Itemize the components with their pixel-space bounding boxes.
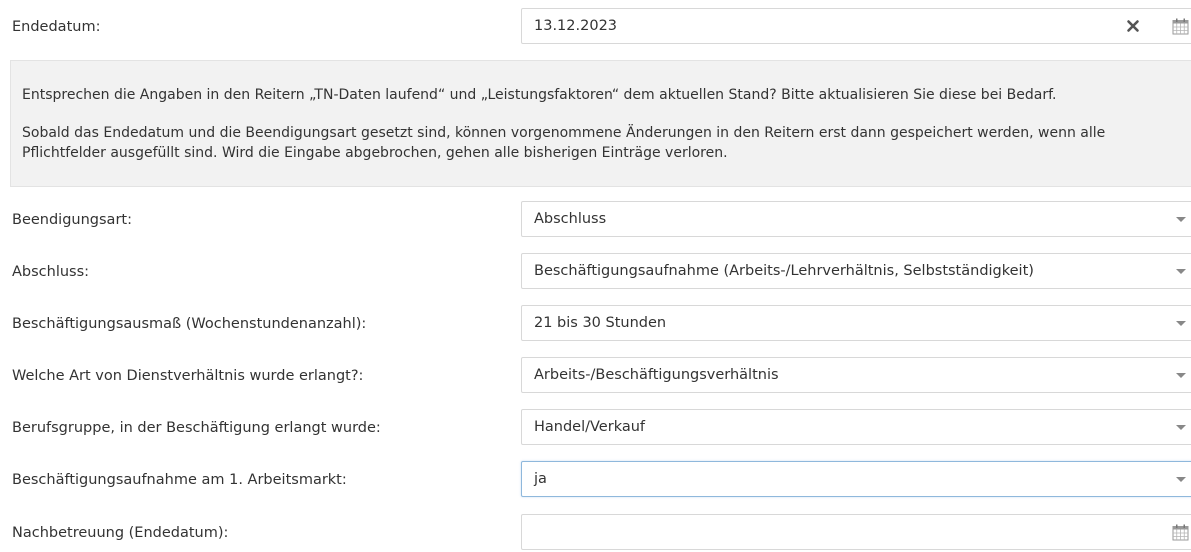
field-row-arbeitsmarkt: Beschäftigungsaufnahme am 1. Arbeitsmark… (0, 461, 1191, 499)
beschaeftigungsausmass-value: 21 bis 30 Stunden (534, 315, 667, 331)
beschaeftigungsausmass-label: Beschäftigungsausmaß (Wochenstundenanzah… (12, 316, 367, 332)
follow-up-date-input[interactable] (521, 514, 1191, 550)
arbeitsmarkt-select[interactable]: ja (521, 461, 1191, 497)
abschluss-label: Abschluss: (12, 264, 90, 280)
info-box: Entsprechen die Angaben in den Reitern „… (10, 60, 1191, 187)
close-icon[interactable] (1125, 18, 1141, 34)
dienstverhaeltnis-label: Welche Art von Dienstverhältnis wurde er… (12, 368, 364, 384)
beendigungsart-value: Abschluss (534, 211, 607, 227)
chevron-down-icon[interactable] (1176, 477, 1186, 482)
follow-up-label: Nachbetreuung (Endedatum): (12, 525, 229, 541)
beendigungsart-select[interactable]: Abschluss (521, 201, 1191, 237)
berufsgruppe-label: Berufsgruppe, in der Beschäftigung erlan… (12, 420, 381, 436)
field-row-beschaeftigungsausmass: Beschäftigungsausmaß (Wochenstundenanzah… (0, 305, 1191, 343)
calendar-icon[interactable] (1172, 524, 1189, 541)
end-date-row: Endedatum: 13.12.2023 (0, 8, 1191, 46)
field-row-abschluss: Abschluss: Beschäftigungsaufnahme (Arbei… (0, 253, 1191, 291)
calendar-icon[interactable] (1172, 18, 1189, 35)
info-paragraph-1: Entsprechen die Angaben in den Reitern „… (22, 87, 1057, 103)
end-date-input[interactable]: 13.12.2023 (521, 8, 1191, 44)
chevron-down-icon[interactable] (1176, 321, 1186, 326)
beendigungsart-label: Beendigungsart: (12, 212, 132, 228)
chevron-down-icon[interactable] (1176, 217, 1186, 222)
info-paragraph-2-line-1: Sobald das Endedatum und die Beendigungs… (22, 125, 1106, 141)
arbeitsmarkt-label: Beschäftigungsaufnahme am 1. Arbeitsmark… (12, 472, 347, 488)
berufsgruppe-select[interactable]: Handel/Verkauf (521, 409, 1191, 445)
chevron-down-icon[interactable] (1176, 425, 1186, 430)
field-row-dienstverhaeltnis: Welche Art von Dienstverhältnis wurde er… (0, 357, 1191, 395)
abschluss-select[interactable]: Beschäftigungsaufnahme (Arbeits-/Lehrver… (521, 253, 1191, 289)
field-row-berufsgruppe: Berufsgruppe, in der Beschäftigung erlan… (0, 409, 1191, 447)
arbeitsmarkt-value: ja (534, 471, 547, 487)
abschluss-value: Beschäftigungsaufnahme (Arbeits-/Lehrver… (534, 263, 1034, 279)
dienstverhaeltnis-value: Arbeits-/Beschäftigungsverhältnis (534, 367, 779, 383)
chevron-down-icon[interactable] (1176, 373, 1186, 378)
berufsgruppe-value: Handel/Verkauf (534, 419, 646, 435)
field-row-beendigungsart: Beendigungsart: Abschluss (0, 201, 1191, 239)
info-paragraph-2-line-2: Pflichtfelder ausgefüllt sind. Wird die … (22, 145, 728, 161)
dienstverhaeltnis-select[interactable]: Arbeits-/Beschäftigungsverhältnis (521, 357, 1191, 393)
beschaeftigungsausmass-select[interactable]: 21 bis 30 Stunden (521, 305, 1191, 341)
follow-up-row: Nachbetreuung (Endedatum): (0, 514, 1191, 552)
end-date-value[interactable]: 13.12.2023 (534, 9, 617, 43)
chevron-down-icon[interactable] (1176, 269, 1186, 274)
end-date-label: Endedatum: (12, 19, 101, 35)
